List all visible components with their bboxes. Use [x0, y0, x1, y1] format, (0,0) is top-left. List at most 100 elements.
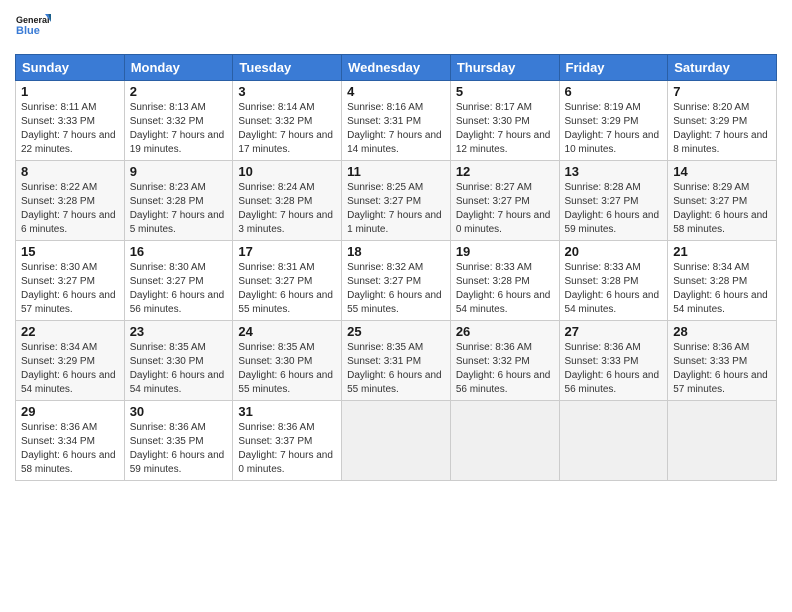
- calendar-cell: 15 Sunrise: 8:30 AM Sunset: 3:27 PM Dayl…: [16, 241, 125, 321]
- calendar-cell: 17 Sunrise: 8:31 AM Sunset: 3:27 PM Dayl…: [233, 241, 342, 321]
- weekday-header-monday: Monday: [124, 55, 233, 81]
- calendar-cell: 19 Sunrise: 8:33 AM Sunset: 3:28 PM Dayl…: [450, 241, 559, 321]
- day-number: 23: [130, 324, 228, 339]
- day-info: Sunrise: 8:19 AM Sunset: 3:29 PM Dayligh…: [565, 102, 660, 155]
- day-info: Sunrise: 8:29 AM Sunset: 3:27 PM Dayligh…: [673, 182, 768, 235]
- calendar-cell: 12 Sunrise: 8:27 AM Sunset: 3:27 PM Dayl…: [450, 161, 559, 241]
- day-info: Sunrise: 8:17 AM Sunset: 3:30 PM Dayligh…: [456, 102, 551, 155]
- weekday-header-wednesday: Wednesday: [342, 55, 451, 81]
- day-info: Sunrise: 8:30 AM Sunset: 3:27 PM Dayligh…: [130, 262, 225, 315]
- day-info: Sunrise: 8:13 AM Sunset: 3:32 PM Dayligh…: [130, 102, 225, 155]
- day-info: Sunrise: 8:31 AM Sunset: 3:27 PM Dayligh…: [238, 262, 333, 315]
- calendar-cell: 5 Sunrise: 8:17 AM Sunset: 3:30 PM Dayli…: [450, 81, 559, 161]
- calendar-cell: 1 Sunrise: 8:11 AM Sunset: 3:33 PM Dayli…: [16, 81, 125, 161]
- calendar-cell: [342, 401, 451, 481]
- day-info: Sunrise: 8:22 AM Sunset: 3:28 PM Dayligh…: [21, 182, 116, 235]
- day-number: 26: [456, 324, 554, 339]
- day-info: Sunrise: 8:33 AM Sunset: 3:28 PM Dayligh…: [565, 262, 660, 315]
- calendar-cell: 25 Sunrise: 8:35 AM Sunset: 3:31 PM Dayl…: [342, 321, 451, 401]
- day-number: 19: [456, 244, 554, 259]
- day-number: 12: [456, 164, 554, 179]
- calendar-cell: 7 Sunrise: 8:20 AM Sunset: 3:29 PM Dayli…: [668, 81, 777, 161]
- calendar-cell: 29 Sunrise: 8:36 AM Sunset: 3:34 PM Dayl…: [16, 401, 125, 481]
- calendar-cell: 21 Sunrise: 8:34 AM Sunset: 3:28 PM Dayl…: [668, 241, 777, 321]
- calendar-cell: 18 Sunrise: 8:32 AM Sunset: 3:27 PM Dayl…: [342, 241, 451, 321]
- day-number: 15: [21, 244, 119, 259]
- day-number: 27: [565, 324, 663, 339]
- day-number: 4: [347, 84, 445, 99]
- day-info: Sunrise: 8:36 AM Sunset: 3:32 PM Dayligh…: [456, 342, 551, 395]
- day-info: Sunrise: 8:30 AM Sunset: 3:27 PM Dayligh…: [21, 262, 116, 315]
- day-info: Sunrise: 8:35 AM Sunset: 3:31 PM Dayligh…: [347, 342, 442, 395]
- day-number: 9: [130, 164, 228, 179]
- day-info: Sunrise: 8:16 AM Sunset: 3:31 PM Dayligh…: [347, 102, 442, 155]
- day-info: Sunrise: 8:28 AM Sunset: 3:27 PM Dayligh…: [565, 182, 660, 235]
- day-info: Sunrise: 8:36 AM Sunset: 3:34 PM Dayligh…: [21, 422, 116, 475]
- day-info: Sunrise: 8:33 AM Sunset: 3:28 PM Dayligh…: [456, 262, 551, 315]
- day-number: 28: [673, 324, 771, 339]
- day-info: Sunrise: 8:36 AM Sunset: 3:35 PM Dayligh…: [130, 422, 225, 475]
- weekday-header-tuesday: Tuesday: [233, 55, 342, 81]
- calendar-cell: 24 Sunrise: 8:35 AM Sunset: 3:30 PM Dayl…: [233, 321, 342, 401]
- calendar-cell: [668, 401, 777, 481]
- day-number: 10: [238, 164, 336, 179]
- calendar-cell: [450, 401, 559, 481]
- calendar-table: SundayMondayTuesdayWednesdayThursdayFrid…: [15, 54, 777, 481]
- calendar-cell: 2 Sunrise: 8:13 AM Sunset: 3:32 PM Dayli…: [124, 81, 233, 161]
- calendar-cell: 22 Sunrise: 8:34 AM Sunset: 3:29 PM Dayl…: [16, 321, 125, 401]
- calendar-cell: 11 Sunrise: 8:25 AM Sunset: 3:27 PM Dayl…: [342, 161, 451, 241]
- calendar-cell: 27 Sunrise: 8:36 AM Sunset: 3:33 PM Dayl…: [559, 321, 668, 401]
- day-info: Sunrise: 8:36 AM Sunset: 3:33 PM Dayligh…: [565, 342, 660, 395]
- day-info: Sunrise: 8:14 AM Sunset: 3:32 PM Dayligh…: [238, 102, 333, 155]
- svg-text:Blue: Blue: [16, 25, 40, 37]
- calendar-cell: 8 Sunrise: 8:22 AM Sunset: 3:28 PM Dayli…: [16, 161, 125, 241]
- day-info: Sunrise: 8:36 AM Sunset: 3:33 PM Dayligh…: [673, 342, 768, 395]
- calendar-cell: 28 Sunrise: 8:36 AM Sunset: 3:33 PM Dayl…: [668, 321, 777, 401]
- calendar-cell: 3 Sunrise: 8:14 AM Sunset: 3:32 PM Dayli…: [233, 81, 342, 161]
- day-info: Sunrise: 8:32 AM Sunset: 3:27 PM Dayligh…: [347, 262, 442, 315]
- calendar-cell: 30 Sunrise: 8:36 AM Sunset: 3:35 PM Dayl…: [124, 401, 233, 481]
- day-info: Sunrise: 8:34 AM Sunset: 3:29 PM Dayligh…: [21, 342, 116, 395]
- calendar-cell: 10 Sunrise: 8:24 AM Sunset: 3:28 PM Dayl…: [233, 161, 342, 241]
- day-number: 6: [565, 84, 663, 99]
- day-number: 8: [21, 164, 119, 179]
- day-number: 16: [130, 244, 228, 259]
- day-number: 25: [347, 324, 445, 339]
- logo: General Blue: [15, 10, 51, 46]
- day-info: Sunrise: 8:34 AM Sunset: 3:28 PM Dayligh…: [673, 262, 768, 315]
- day-number: 20: [565, 244, 663, 259]
- calendar-cell: 13 Sunrise: 8:28 AM Sunset: 3:27 PM Dayl…: [559, 161, 668, 241]
- calendar-cell: 26 Sunrise: 8:36 AM Sunset: 3:32 PM Dayl…: [450, 321, 559, 401]
- weekday-header-sunday: Sunday: [16, 55, 125, 81]
- calendar-cell: 23 Sunrise: 8:35 AM Sunset: 3:30 PM Dayl…: [124, 321, 233, 401]
- day-number: 7: [673, 84, 771, 99]
- day-number: 5: [456, 84, 554, 99]
- day-number: 13: [565, 164, 663, 179]
- calendar-cell: 6 Sunrise: 8:19 AM Sunset: 3:29 PM Dayli…: [559, 81, 668, 161]
- calendar-cell: 4 Sunrise: 8:16 AM Sunset: 3:31 PM Dayli…: [342, 81, 451, 161]
- day-info: Sunrise: 8:35 AM Sunset: 3:30 PM Dayligh…: [130, 342, 225, 395]
- calendar-cell: 14 Sunrise: 8:29 AM Sunset: 3:27 PM Dayl…: [668, 161, 777, 241]
- day-number: 22: [21, 324, 119, 339]
- weekday-header-thursday: Thursday: [450, 55, 559, 81]
- day-info: Sunrise: 8:27 AM Sunset: 3:27 PM Dayligh…: [456, 182, 551, 235]
- day-info: Sunrise: 8:20 AM Sunset: 3:29 PM Dayligh…: [673, 102, 768, 155]
- day-number: 29: [21, 404, 119, 419]
- logo-svg: General Blue: [15, 10, 51, 46]
- calendar-cell: 9 Sunrise: 8:23 AM Sunset: 3:28 PM Dayli…: [124, 161, 233, 241]
- day-info: Sunrise: 8:35 AM Sunset: 3:30 PM Dayligh…: [238, 342, 333, 395]
- svg-text:General: General: [16, 15, 50, 25]
- day-info: Sunrise: 8:25 AM Sunset: 3:27 PM Dayligh…: [347, 182, 442, 235]
- day-number: 17: [238, 244, 336, 259]
- day-number: 3: [238, 84, 336, 99]
- calendar-cell: 31 Sunrise: 8:36 AM Sunset: 3:37 PM Dayl…: [233, 401, 342, 481]
- day-number: 31: [238, 404, 336, 419]
- day-info: Sunrise: 8:36 AM Sunset: 3:37 PM Dayligh…: [238, 422, 333, 475]
- calendar-cell: [559, 401, 668, 481]
- weekday-header-saturday: Saturday: [668, 55, 777, 81]
- day-number: 30: [130, 404, 228, 419]
- day-number: 11: [347, 164, 445, 179]
- weekday-header-friday: Friday: [559, 55, 668, 81]
- day-number: 2: [130, 84, 228, 99]
- day-info: Sunrise: 8:24 AM Sunset: 3:28 PM Dayligh…: [238, 182, 333, 235]
